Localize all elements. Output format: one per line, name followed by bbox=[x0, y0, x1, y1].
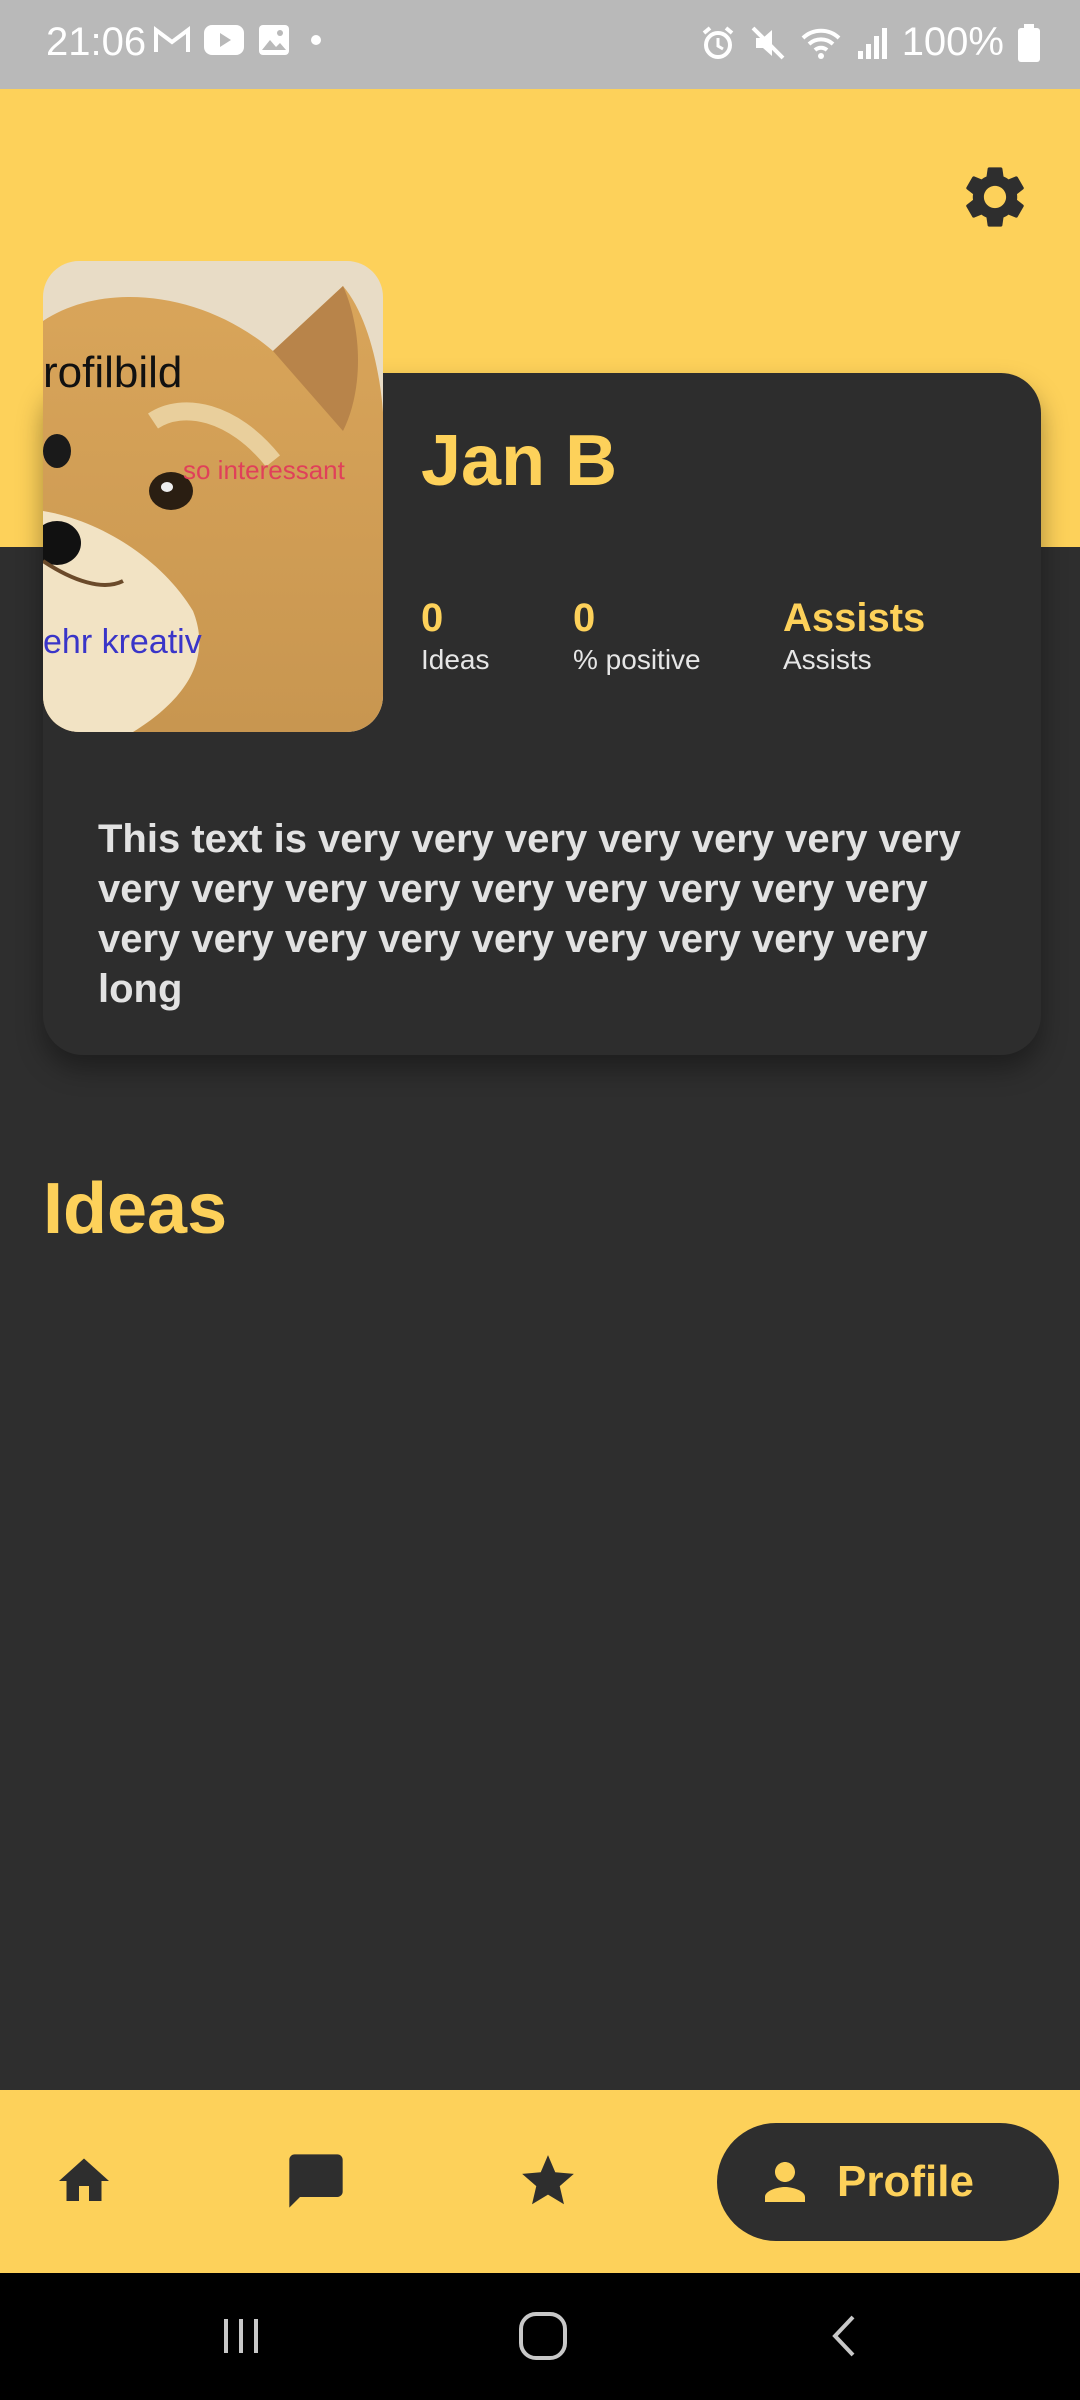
mute-icon bbox=[751, 26, 785, 59]
person-icon bbox=[765, 2162, 805, 2202]
youtube-icon bbox=[204, 25, 244, 55]
settings-button[interactable] bbox=[958, 160, 1032, 234]
star-icon bbox=[522, 2155, 574, 2205]
stat-positive-label: % positive bbox=[573, 644, 701, 675]
signal-icon bbox=[857, 27, 887, 59]
recent-apps-icon bbox=[224, 2319, 258, 2353]
doge-avatar-image: rofilbild so interessant ehr kreativ bbox=[43, 261, 383, 732]
battery-percent: 100% bbox=[901, 20, 1004, 64]
stat-positive-value: 0 bbox=[573, 596, 596, 640]
nav-profile-button[interactable]: Profile bbox=[717, 2123, 1059, 2241]
profile-bio: This text is very very very very very ve… bbox=[98, 817, 961, 1011]
alarm-icon bbox=[702, 25, 733, 59]
stat-ideas-label: Ideas bbox=[421, 644, 490, 675]
stat-positive: 0 % positive bbox=[573, 594, 701, 678]
nav-chat-button[interactable] bbox=[271, 2136, 361, 2226]
battery-icon bbox=[1018, 23, 1040, 62]
stat-assists-value: Assists bbox=[783, 596, 926, 640]
user-name: Jan B bbox=[421, 421, 618, 501]
dot-icon bbox=[311, 35, 321, 45]
stat-ideas-value: 0 bbox=[421, 596, 444, 640]
home-system-button[interactable] bbox=[508, 2301, 578, 2371]
gallery-icon bbox=[259, 25, 289, 55]
gear-icon bbox=[966, 167, 1024, 227]
avatar-caption-bottom: ehr kreativ bbox=[43, 623, 202, 661]
status-bar: 21:06 100% bbox=[0, 0, 1080, 89]
status-time: 21:06 bbox=[46, 20, 147, 64]
gmail-icon bbox=[154, 26, 190, 52]
wifi-icon bbox=[801, 28, 841, 59]
avatar-caption-middle: so interessant bbox=[183, 455, 346, 485]
home-circle-icon bbox=[519, 2312, 567, 2360]
system-navigation-bar bbox=[0, 2273, 1080, 2400]
nav-profile-label: Profile bbox=[837, 2157, 974, 2206]
nav-favorites-button[interactable] bbox=[503, 2136, 593, 2226]
stat-assists-label: Assists bbox=[783, 644, 872, 675]
nav-home-button[interactable] bbox=[39, 2136, 129, 2226]
avatar[interactable]: rofilbild so interessant ehr kreativ bbox=[43, 261, 383, 732]
recent-apps-button[interactable] bbox=[206, 2301, 276, 2371]
back-button[interactable] bbox=[810, 2301, 880, 2371]
ideas-section-title: Ideas bbox=[43, 1169, 228, 1249]
back-chevron-icon bbox=[832, 2315, 855, 2357]
stat-assists: Assists Assists bbox=[783, 594, 925, 678]
home-icon bbox=[59, 2158, 109, 2201]
stat-ideas: 0 Ideas bbox=[421, 594, 490, 678]
status-notification-icons bbox=[154, 24, 328, 56]
avatar-caption-top: rofilbild bbox=[43, 348, 182, 397]
status-system-icons: 100% bbox=[700, 20, 1040, 65]
chat-icon bbox=[289, 2154, 343, 2208]
bottom-navigation: Profile bbox=[0, 2090, 1080, 2273]
